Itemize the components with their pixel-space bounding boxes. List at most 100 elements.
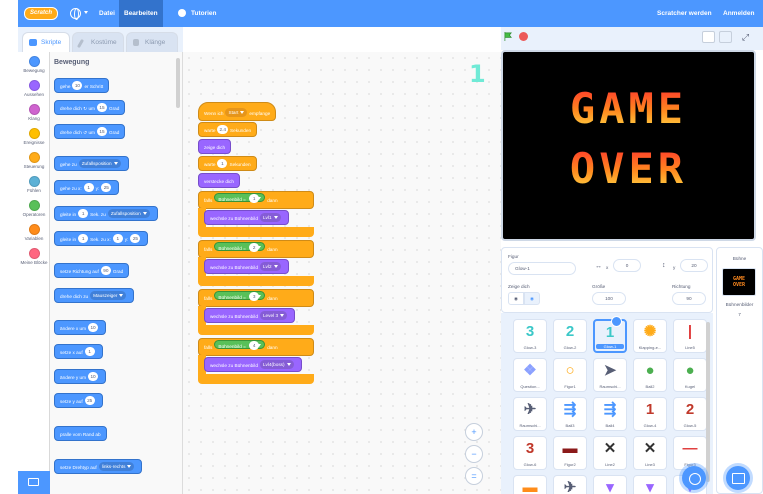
sprite-tile[interactable]: ➤ Raumschi... — [593, 358, 627, 392]
sprite-tile[interactable]: — Figur3 — [673, 436, 707, 470]
sprite-tile[interactable]: ✺ Klapping-e... — [633, 319, 667, 353]
wait-input[interactable]: 1 — [217, 159, 228, 168]
if-header[interactable]: falls Bühnenbild = 1 dann — [198, 191, 314, 209]
block-switch-backdrop[interactable]: wechsle zu Bühnenbild Level 3 — [204, 308, 296, 323]
rotation-style-dropdown[interactable]: links-rechts — [98, 462, 135, 471]
category-operators[interactable]: Operatoren — [18, 200, 50, 217]
block-show[interactable]: zeige dich — [198, 139, 232, 154]
sprite-tile[interactable]: ✕ Line3 — [633, 436, 667, 470]
sprite-tile[interactable]: ● Ball2 — [633, 358, 667, 392]
block-point-direction[interactable]: setze Richtung auf 90 Grad — [54, 263, 130, 278]
category-my-blocks[interactable]: Meine Blöcke — [18, 248, 50, 265]
if-header[interactable]: falls Bühnenbild = 2 dann — [198, 240, 314, 258]
block-goto[interactable]: gehe zu Zufallsposition — [54, 156, 129, 171]
menu-tutorials[interactable]: Tutorien — [186, 0, 222, 27]
sprite-tile[interactable]: ▾ — [593, 475, 627, 494]
block-change-y[interactable]: ändere y um 10 — [54, 369, 107, 384]
block-set-y[interactable]: setze y auf 25 — [54, 393, 103, 408]
tab-code[interactable]: Skripte — [22, 32, 70, 52]
script-area[interactable]: Wenn ich Start empfange warte 2.4 Sekunden z… — [183, 52, 501, 494]
backdrop-dropdown[interactable]: Lvl2 — [259, 262, 281, 271]
y-position-input[interactable]: 20 — [680, 259, 708, 272]
x-input[interactable]: 1 — [83, 183, 94, 192]
degrees-input[interactable]: 15 — [96, 127, 107, 136]
secs-input[interactable]: 1 — [78, 234, 89, 243]
stop-icon[interactable] — [519, 32, 528, 41]
join-scratch-link[interactable]: Scratcher werden — [652, 0, 717, 27]
direction-input[interactable]: 90 — [672, 292, 706, 305]
backdrop-dropdown[interactable]: Level 3 — [259, 311, 288, 320]
sprite-tile[interactable]: 3 Glow-6 — [513, 436, 547, 470]
sprite-tile[interactable]: ● Kugel — [673, 358, 707, 392]
zoom-in-button[interactable]: + — [465, 423, 483, 441]
stage-thumbnail[interactable]: GAME OVER — [722, 268, 756, 296]
steps-input[interactable]: 10 — [72, 81, 83, 90]
category-sensing[interactable]: Fühlen — [18, 176, 50, 193]
block-if-4[interactable]: falls Bühnenbild = 4 dann wechsle zu Bühne… — [198, 338, 314, 384]
sprite-tile[interactable]: ✕ Line2 — [593, 436, 627, 470]
block-switch-backdrop[interactable]: wechsle zu Bühnenbild Lvl4(boss) — [204, 357, 302, 372]
x-input[interactable]: 1 — [112, 234, 123, 243]
sprite-tile[interactable]: ❖ Question... — [513, 358, 547, 392]
sprite-list-scrollbar[interactable] — [706, 322, 710, 482]
sprite-tile[interactable]: ▾ — [633, 475, 667, 494]
sprite-tile[interactable]: ⇶ Ball4 — [593, 397, 627, 431]
block-turn-left[interactable]: drehe dich ↺ um 15 Grad — [54, 124, 126, 139]
chevron-down-icon[interactable] — [84, 11, 88, 14]
message-dropdown[interactable]: Start — [225, 108, 248, 117]
block-move-steps[interactable]: gehe 10 er Schritt — [54, 78, 110, 93]
wait-input[interactable]: 2.4 — [217, 125, 228, 134]
palette-scrollbar[interactable] — [176, 58, 180, 108]
block-bounce[interactable]: pralle vom Rand ab — [54, 426, 107, 441]
zoom-out-button[interactable]: − — [465, 445, 483, 463]
block-point-towards[interactable]: drehe dich zu Mauszeiger — [54, 288, 135, 303]
condition-operator[interactable]: Bühnenbild = 2 — [214, 242, 266, 252]
backdrop-dropdown[interactable]: Lvl1 — [259, 213, 281, 222]
if-header[interactable]: falls Bühnenbild = 4 dann — [198, 338, 314, 356]
add-backdrop-button[interactable] — [726, 466, 750, 490]
category-looks[interactable]: Aussehen — [18, 80, 50, 97]
sprite-tile[interactable]: 1 Glow-1 — [593, 319, 627, 353]
condition-operator[interactable]: Bühnenbild = 4 — [214, 340, 266, 350]
category-variables[interactable]: Variablen — [18, 224, 50, 241]
block-if-1[interactable]: falls Bühnenbild = 1 dann wechsle zu Bühne… — [198, 191, 314, 237]
y-input[interactable]: 25 — [84, 396, 95, 405]
block-if-3[interactable]: falls Bühnenbild = 3 dann wechsle zu Bühne… — [198, 289, 314, 335]
condition-operator[interactable]: Bühnenbild = 3 — [214, 291, 266, 301]
backdrop-dropdown[interactable]: Lvl4(boss) — [259, 360, 294, 369]
block-hide[interactable]: verstecke dich — [198, 173, 240, 188]
block-glide-xy[interactable]: gleite in 1 Sek. zu x: 1 y: 25 — [54, 231, 149, 246]
menu-edit[interactable]: Bearbeiten — [119, 0, 163, 27]
sprite-tile[interactable]: ▬ — [513, 475, 547, 494]
small-stage-button[interactable] — [702, 31, 715, 43]
sprite-tile[interactable]: | Line5 — [673, 319, 707, 353]
dy-input[interactable]: 10 — [88, 372, 99, 381]
if-header[interactable]: falls Bühnenbild = 3 dann — [198, 289, 314, 307]
scratch-logo[interactable]: Scratch — [24, 7, 58, 20]
sprite-tile[interactable]: ▬ Figur2 — [553, 436, 587, 470]
block-set-x[interactable]: setze x auf 1 — [54, 344, 103, 359]
globe-icon[interactable] — [70, 8, 81, 20]
sprite-tile[interactable]: 2 Glow-5 — [673, 397, 707, 431]
category-events[interactable]: Ereignisse — [18, 128, 50, 145]
block-wait[interactable]: warte 1 Sekunden — [198, 156, 257, 171]
sprite-tile[interactable]: 1 Glow-4 — [633, 397, 667, 431]
fullscreen-icon[interactable]: ⤢ — [739, 31, 752, 43]
add-extension-button[interactable] — [18, 471, 50, 494]
sprite-tile[interactable]: ⇶ Ball3 — [553, 397, 587, 431]
category-sound[interactable]: Klang — [18, 104, 50, 121]
dx-input[interactable]: 10 — [88, 323, 99, 332]
show-visible-button[interactable]: ◉ — [508, 292, 524, 305]
block-if-2[interactable]: falls Bühnenbild = 2 dann wechsle zu Bühne… — [198, 240, 314, 286]
category-motion[interactable]: Bewegung — [18, 56, 50, 73]
delete-sprite-icon[interactable] — [611, 316, 622, 327]
block-switch-backdrop[interactable]: wechsle zu Bühnenbild Lvl2 — [204, 259, 289, 274]
category-control[interactable]: Steuerung — [18, 152, 50, 169]
add-sprite-button[interactable] — [682, 466, 706, 490]
tab-costumes[interactable]: Kostüme — [72, 32, 124, 52]
goto-target-dropdown[interactable]: Zufallsposition — [78, 159, 121, 168]
zoom-reset-button[interactable]: = — [465, 467, 483, 485]
sprite-name-input[interactable]: Glow-1 — [508, 262, 576, 275]
x-input[interactable]: 1 — [84, 347, 95, 356]
green-flag-icon[interactable] — [504, 32, 513, 41]
